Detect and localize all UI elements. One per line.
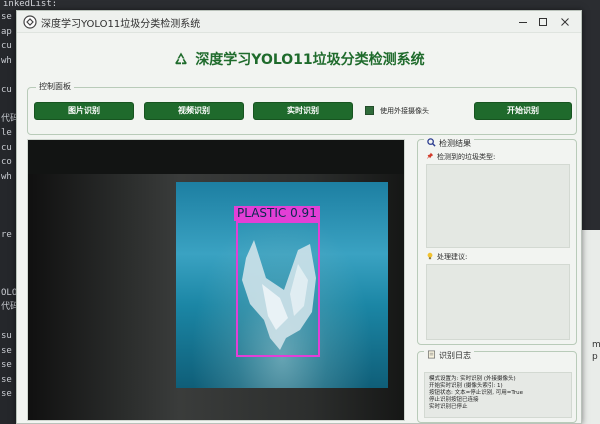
window-title: 深度学习YOLO11垃圾分类检测系统: [41, 19, 201, 30]
image-detect-button[interactable]: 图片识别: [34, 102, 134, 120]
detection-label: PLASTIC 0.91: [234, 206, 320, 221]
editor-right-fragment: mo: [592, 340, 600, 350]
editor-code-line: cu: [1, 41, 12, 51]
control-panel: 控制面板 图片识别 视频识别 实时识别 使用外接摄像头 开始识别: [27, 81, 577, 135]
editor-code-line: se: [1, 345, 12, 356]
log-line: 实时识别已停止: [429, 404, 468, 410]
garbage-types-label: 检测到的垃圾类型:: [426, 152, 495, 162]
log-line: 按钮状态: 文本=停止识别, 可用=True: [429, 390, 523, 396]
editor-code-line: le: [1, 128, 12, 138]
garbage-types-textbox[interactable]: [426, 164, 570, 248]
editor-code-line: wh: [1, 55, 12, 66]
editor-code-line: su: [1, 331, 12, 341]
editor-code-line: 代码: [1, 113, 16, 124]
detection-box: [236, 221, 320, 357]
title-bar[interactable]: 深度学习YOLO11垃圾分类检测系统: [17, 11, 581, 33]
page-title-text: 深度学习YOLO11垃圾分类检测系统: [195, 52, 425, 68]
editor-code-gutter: se ap cu wh cu 代码 le cu co wh re OLO 代码 su se se se se: [0, 10, 16, 424]
editor-top-text: inkedList:: [3, 0, 58, 9]
log-title: 识别日志: [424, 350, 474, 361]
advice-label: 处理建议:: [426, 252, 467, 262]
log-line: 开始实时识别 (摄像头索引: 1): [429, 383, 503, 389]
close-icon[interactable]: [557, 14, 573, 30]
external-camera-label: 使用外接摄像头: [380, 107, 429, 115]
editor-code-line: cu: [1, 84, 12, 95]
editor-code-line: ap: [1, 26, 12, 37]
notepad-icon: [427, 350, 436, 359]
log-line: 停止识别按钮已连接: [429, 397, 479, 403]
lightbulb-icon: [427, 252, 433, 260]
app-window: 深度学习YOLO11垃圾分类检测系统 深度学习YOLO11垃圾分类检测系统 控制…: [16, 10, 582, 424]
advice-textbox[interactable]: [426, 264, 570, 340]
editor-code-line: wh: [1, 171, 12, 182]
editor-code-line: se: [1, 360, 12, 370]
video-display: PLASTIC 0.91: [27, 139, 405, 421]
minimize-icon[interactable]: [515, 14, 531, 30]
page-title: 深度学习YOLO11垃圾分类检测系统: [17, 49, 581, 69]
start-detect-button[interactable]: 开始识别: [474, 102, 572, 120]
control-panel-label: 控制面板: [36, 81, 74, 92]
external-camera-checkbox[interactable]: [365, 106, 374, 115]
log-panel: 识别日志 模式设置为: 实时识别 (外接摄像头) 开始实时识别 (摄像头索引: 1…: [417, 350, 577, 423]
app-icon: [23, 15, 37, 29]
recycle-icon: [175, 52, 188, 65]
editor-code-line: se: [1, 374, 12, 385]
maximize-icon[interactable]: [535, 14, 551, 30]
magnifier-icon: [427, 138, 436, 147]
results-panel: 检测结果 检测到的垃圾类型: 处理建议:: [417, 138, 577, 345]
editor-code-line: cu: [1, 142, 12, 153]
realtime-detect-button[interactable]: 实时识别: [253, 102, 353, 120]
editor-code-line: OLO: [1, 287, 16, 298]
log-line: 模式设置为: 实时识别 (外接摄像头): [429, 376, 516, 382]
editor-code-line: re: [1, 229, 12, 240]
video-detect-button[interactable]: 视频识别: [144, 102, 244, 120]
editor-code-line: se: [1, 12, 12, 22]
editor-code-line: 代码: [1, 302, 16, 312]
log-textbox[interactable]: 模式设置为: 实时识别 (外接摄像头) 开始实时识别 (摄像头索引: 1) 按钮状态…: [424, 372, 572, 418]
editor-top-bar: inkedList:: [0, 0, 600, 10]
editor-code-line: co: [1, 157, 12, 167]
editor-code-line: se: [1, 389, 12, 399]
results-title: 检测结果: [424, 138, 474, 149]
pin-icon: [426, 152, 434, 160]
editor-right-fragment: p: [592, 352, 598, 362]
